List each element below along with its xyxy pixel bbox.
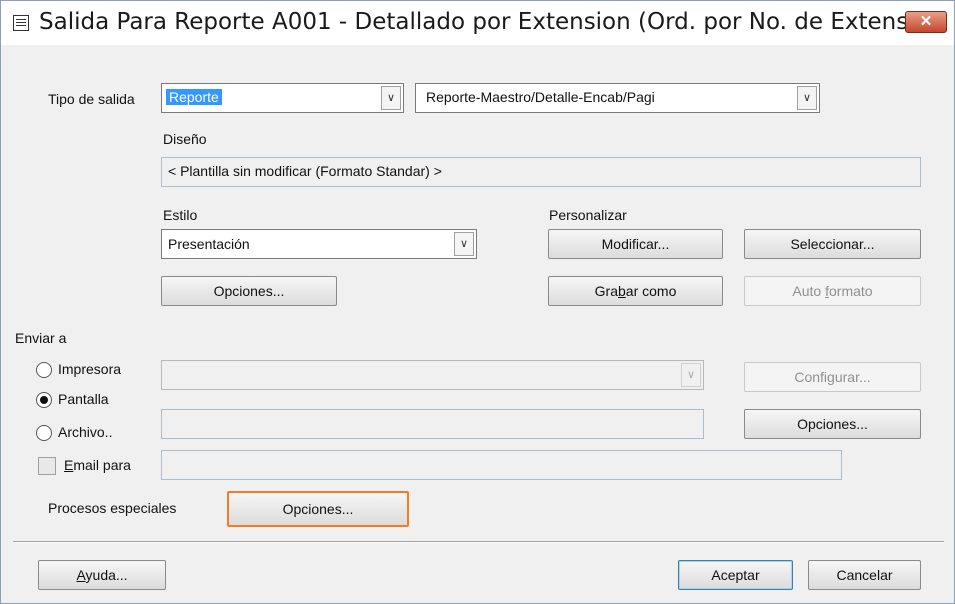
footer-divider [13, 541, 944, 543]
email-label-post: mail para [73, 457, 131, 473]
save-as-label-pre: Gra [594, 283, 618, 299]
file-path-field[interactable] [161, 409, 704, 439]
screen-label: Pantalla [58, 391, 109, 407]
auto-format-label-pre: Auto [792, 283, 826, 299]
save-as-button[interactable]: Grabar como [548, 276, 723, 306]
special-options-button[interactable]: Opciones... [227, 491, 409, 527]
screen-radio[interactable] [36, 392, 52, 408]
printer-radio[interactable] [36, 362, 52, 378]
close-button[interactable]: ✕ [905, 11, 947, 33]
printer-select[interactable]: ∨ [161, 360, 704, 390]
style-label: Estilo [163, 207, 198, 223]
email-field[interactable] [161, 450, 842, 480]
file-label: Archivo.. [58, 424, 113, 440]
printer-label: Impresora [58, 361, 122, 377]
output-type-value: Reporte [166, 89, 222, 105]
accept-button[interactable]: Aceptar [678, 560, 793, 590]
report-format-value: Reporte-Maestro/Detalle-Encab/Pagi [426, 89, 655, 105]
chevron-down-icon[interactable]: ∨ [681, 363, 701, 387]
auto-format-button[interactable]: Auto formato [744, 276, 921, 306]
cancel-button[interactable]: Cancelar [808, 560, 921, 590]
help-button[interactable]: Ayuda... [38, 560, 166, 590]
chevron-down-icon[interactable]: ∨ [454, 232, 474, 256]
style-select[interactable]: Presentación ∨ [161, 229, 477, 259]
send-to-label: Enviar a [15, 330, 67, 346]
select-button[interactable]: Seleccionar... [744, 229, 921, 259]
design-value: < Plantilla sin modificar (Formato Stand… [168, 163, 442, 179]
style-value: Presentación [168, 236, 250, 252]
file-options-button[interactable]: Opciones... [744, 409, 921, 439]
modify-button[interactable]: Modificar... [548, 229, 723, 259]
chevron-down-icon[interactable]: ∨ [797, 86, 817, 110]
special-processes-label: Procesos especiales [48, 500, 177, 516]
report-format-select[interactable]: Reporte-Maestro/Detalle-Encab/Pagi ∨ [415, 83, 820, 113]
chevron-down-icon[interactable]: ∨ [381, 86, 401, 110]
style-options-button[interactable]: Opciones... [161, 276, 337, 306]
email-checkbox[interactable] [38, 457, 56, 475]
output-type-label: Tipo de salida [48, 91, 135, 107]
save-as-accelerator: b [617, 283, 626, 299]
configure-button[interactable]: Configurar... [744, 362, 921, 392]
email-accelerator: E [64, 457, 74, 473]
save-as-label-post: ar como [625, 283, 677, 299]
design-field[interactable]: < Plantilla sin modificar (Formato Stand… [161, 157, 921, 187]
file-radio[interactable] [36, 425, 52, 441]
title-bar: Salida Para Reporte A001 - Detallado por… [1, 1, 954, 45]
design-label: Diseño [163, 131, 207, 147]
help-label-post: yuda... [85, 567, 128, 583]
customize-label: Personalizar [549, 207, 627, 223]
email-label: Email para [64, 457, 131, 473]
window-title: Salida Para Reporte A001 - Detallado por… [39, 9, 937, 35]
auto-format-label-post: ormato [829, 283, 873, 299]
dialog-window: Salida Para Reporte A001 - Detallado por… [0, 0, 955, 604]
document-icon [13, 15, 29, 31]
help-accelerator: A [76, 567, 86, 583]
output-type-select[interactable]: Reporte ∨ [161, 83, 404, 113]
